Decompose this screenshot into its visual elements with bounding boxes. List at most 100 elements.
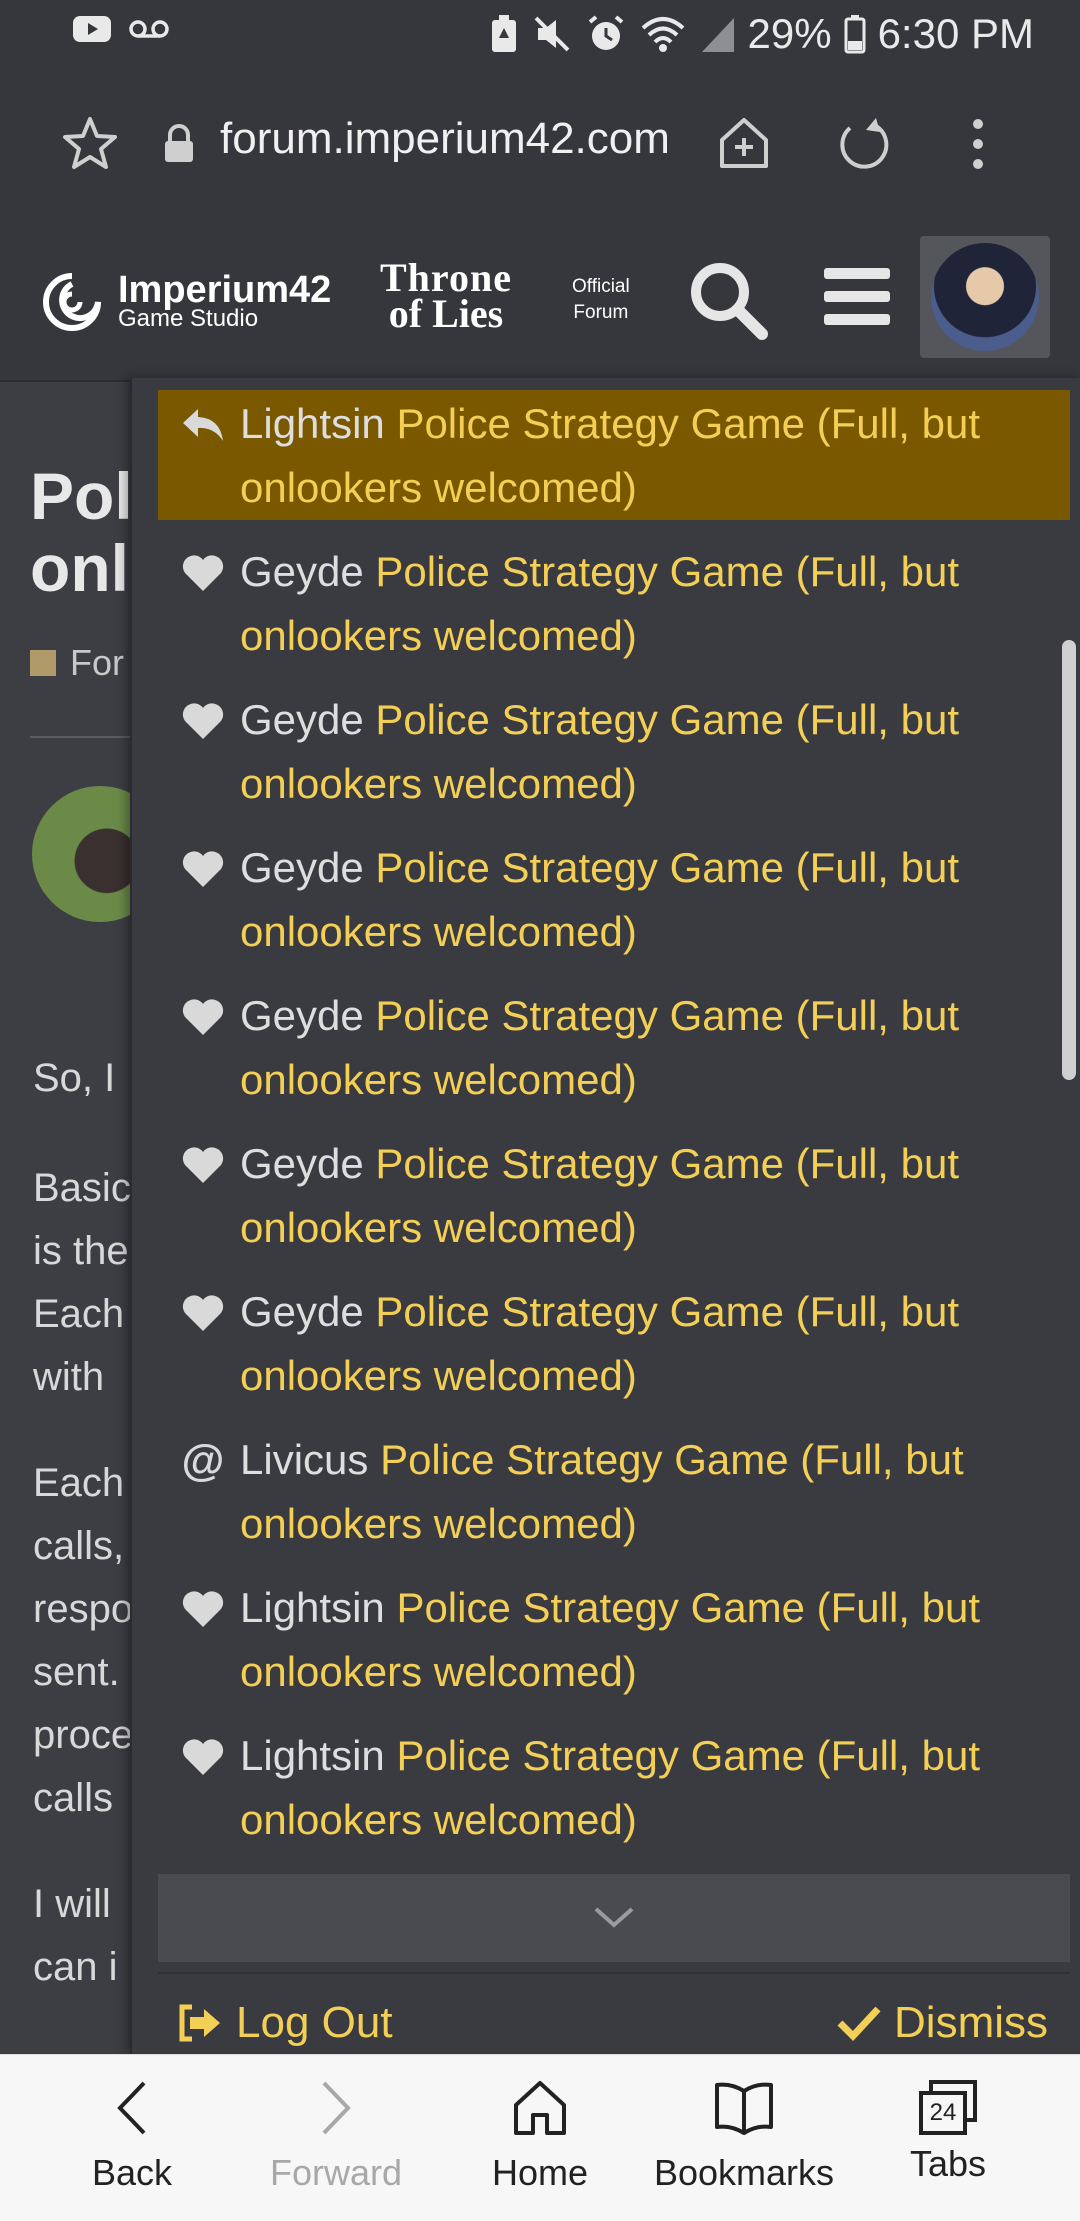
imperium42-logo[interactable]: Imperium42 Game Studio [34, 270, 331, 334]
heart-icon [178, 1732, 228, 1782]
notification-user: Lightsin [240, 1584, 385, 1631]
browser-bottom-nav: Back Forward Home Bookmarks 24 Tabs [0, 2054, 1080, 2221]
user-avatar-button[interactable] [920, 236, 1050, 358]
thread-title: Pol onl [30, 460, 133, 604]
post-text-line: respo [33, 1587, 134, 1631]
notification-user: Geyde [240, 696, 364, 743]
battery-saver-icon [491, 15, 516, 52]
notification-user: Geyde [240, 844, 364, 891]
forward-button[interactable]: Forward [236, 2079, 436, 2194]
divider [30, 736, 140, 738]
at-icon: @ [181, 1436, 225, 1485]
post-text-line: is the [33, 1229, 129, 1273]
notification-item[interactable]: Lightsin Police Strategy Game (Full, but… [158, 390, 1070, 520]
notification-user: Lightsin [240, 1732, 385, 1779]
back-button[interactable]: Back [32, 2079, 232, 2194]
forward-label: Forward [269, 2152, 403, 2193]
post-text-line: calls [33, 1776, 114, 1820]
youtube-icon [73, 16, 111, 42]
notification-user: Lightsin [240, 400, 385, 447]
official-line2: Forum [573, 302, 629, 323]
alarm-icon [588, 15, 623, 50]
tabs-label: Tabs [909, 2143, 987, 2184]
notification-user: Geyde [240, 992, 364, 1039]
overflow-menu-icon[interactable] [968, 116, 988, 172]
heart-icon [178, 548, 228, 598]
logout-button[interactable]: Log Out [176, 1998, 393, 2048]
bookmarks-button[interactable]: Bookmarks [644, 2079, 844, 2194]
heart-icon [178, 696, 228, 746]
reload-icon[interactable] [836, 116, 892, 172]
notification-item[interactable]: @ Livicus Police Strategy Game (Full, bu… [158, 1426, 1070, 1556]
tabs-button[interactable]: 24 Tabs [848, 2079, 1048, 2185]
battery-percent: 29% [747, 10, 832, 57]
heart-icon [178, 1140, 228, 1190]
notification-user: Livicus [240, 1436, 369, 1483]
show-more-button[interactable] [158, 1874, 1070, 1962]
dismiss-label: Dismiss [894, 1998, 1048, 2047]
check-icon [837, 2006, 881, 2042]
imperium42-name: Imperium42 [118, 269, 332, 311]
status-bar: 29% 6:30 PM [0, 0, 1080, 72]
category-color-square [30, 650, 56, 676]
chevron-left-icon [117, 2081, 146, 2135]
wifi-icon [641, 17, 684, 52]
star-icon[interactable] [62, 116, 118, 170]
lock-icon [165, 124, 193, 162]
scrollbar[interactable] [1062, 640, 1076, 1080]
post-text-line: proce [33, 1713, 134, 1757]
notification-item[interactable]: Geyde Police Strategy Game (Full, but on… [158, 834, 1070, 964]
heart-icon [178, 1288, 228, 1338]
mute-icon [534, 16, 569, 52]
chevron-down-icon [594, 1907, 634, 1928]
post-text-line: Each [33, 1461, 125, 1505]
url-field[interactable]: forum.imperium42.com [220, 114, 670, 164]
notification-user: Geyde [240, 548, 364, 595]
notification-item[interactable]: Geyde Police Strategy Game (Full, but on… [158, 686, 1070, 816]
post-text-line: Each [33, 1292, 125, 1336]
battery-icon [844, 15, 866, 54]
status-time: 6:30 PM [877, 10, 1034, 57]
avatar [931, 243, 1039, 351]
notification-item[interactable]: Geyde Police Strategy Game (Full, but on… [158, 1130, 1070, 1260]
notification-item[interactable]: Lightsin Police Strategy Game (Full, but… [158, 1722, 1070, 1852]
forum-category-label: For [70, 642, 124, 683]
tol-line2: of Lies [388, 291, 504, 336]
heart-icon [178, 844, 228, 894]
home-button[interactable]: Home [440, 2079, 640, 2194]
official-forum-label: Official Forum [572, 274, 630, 326]
forum-category[interactable]: For [30, 642, 124, 684]
post-text-line: Basic [33, 1166, 131, 1210]
post-text-line: with [33, 1355, 105, 1399]
tabs-count: 24 [929, 2099, 957, 2126]
signal-icon [701, 18, 734, 52]
throne-of-lies-logo[interactable]: Throne of Lies [380, 258, 512, 336]
notification-item[interactable]: Geyde Police Strategy Game (Full, but on… [158, 538, 1070, 668]
browser-toolbar: forum.imperium42.com [0, 72, 1080, 214]
home-label: Home [491, 2152, 589, 2193]
logout-label: Log Out [236, 1998, 393, 2047]
voicemail-icon [129, 20, 169, 38]
notification-user: Geyde [240, 1140, 364, 1187]
post-text-line: sent. [33, 1650, 120, 1694]
notification-item[interactable]: Geyde Police Strategy Game (Full, but on… [158, 1278, 1070, 1408]
imperium42-swirl-icon [43, 273, 101, 331]
add-to-home-icon[interactable] [716, 116, 772, 170]
dismiss-button[interactable]: Dismiss [836, 1998, 1048, 2048]
notification-item[interactable]: Lightsin Police Strategy Game (Full, but… [158, 1574, 1070, 1704]
post-text-line: I will [33, 1882, 111, 1926]
notification-user: Geyde [240, 1288, 364, 1335]
search-icon[interactable] [686, 258, 770, 342]
heart-icon [178, 1584, 228, 1634]
tabs-icon: 24 [917, 2079, 979, 2137]
post-text-line: can i [33, 1945, 118, 1989]
sign-out-icon [179, 2004, 220, 2042]
notification-item[interactable]: Geyde Police Strategy Game (Full, but on… [158, 982, 1070, 1112]
notifications-dropdown: Lightsin Police Strategy Game (Full, but… [130, 378, 1080, 2054]
hamburger-menu-icon[interactable] [822, 266, 892, 328]
thread-title-line1: Pol [30, 459, 133, 533]
post-text-line: calls, [33, 1524, 125, 1568]
site-header: Imperium42 Game Studio Throne of Lies Of… [0, 214, 1080, 382]
heart-icon [178, 992, 228, 1042]
thread-title-line2: onl [30, 531, 129, 605]
